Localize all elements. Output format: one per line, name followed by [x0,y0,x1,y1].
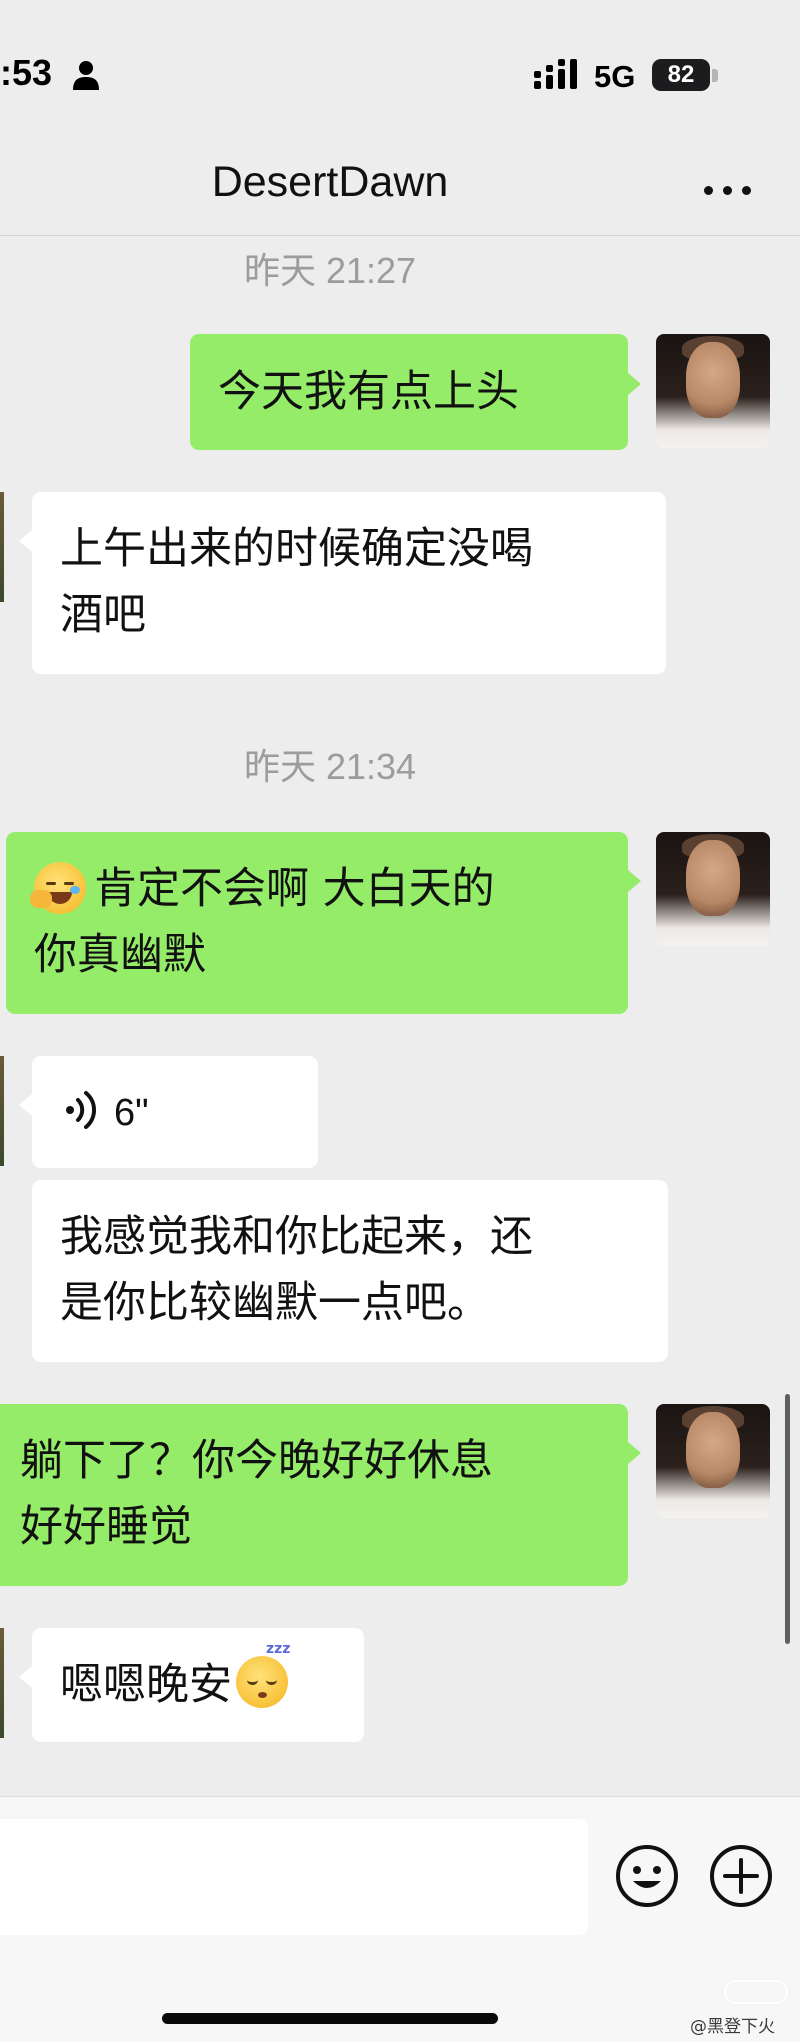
emoji-icon[interactable] [614,1843,680,1909]
message-bubble-sent[interactable]: 今天我有点上头 [190,334,628,450]
sleeping-face-icon: zzz [236,1642,290,1708]
person-icon [73,61,99,90]
avatar[interactable] [0,1628,4,1738]
message-bubble-sent[interactable]: 躺下了？你今晚好好休息 好好睡觉 [0,1404,628,1586]
timestamp: 昨天 21:34 [243,746,417,787]
network-label: 5G [594,59,636,94]
home-indicator[interactable] [162,2013,498,2024]
scrollbar[interactable] [785,1394,790,1644]
message-bubble-received[interactable]: 我感觉我和你比起来，还 是你比较幽默一点吧。 [32,1180,668,1362]
more-icon-dot [704,186,713,195]
avatar[interactable] [656,1404,770,1518]
message-input[interactable] [0,1819,588,1935]
message-text-line: 上午出来的时候确定没喝 [60,524,533,574]
message-text-line: 你真幽默 [34,930,206,980]
message-bubble-received[interactable]: 上午出来的时候确定没喝 酒吧 [32,492,666,674]
message-text-line: 我感觉我和你比起来，还 [60,1212,533,1262]
message-text-line: 是你比较幽默一点吧。 [60,1278,490,1328]
voice-duration: 6" [114,1092,149,1134]
voice-message-bubble[interactable]: 6" [32,1056,318,1168]
avatar[interactable] [0,492,4,602]
more-icon-dot [742,186,751,195]
status-time: :53 [0,52,53,93]
bubble-tail [628,373,641,395]
message-text-line: 肯定不会啊 大白天的 [30,856,600,922]
message-bubble-received[interactable]: 嗯嗯晚安 zzz [32,1628,364,1742]
signal-icon [534,59,577,89]
bubble-tail [628,1442,641,1464]
bubble-tail [628,870,641,892]
battery-cap [712,69,718,82]
plus-icon[interactable] [708,1843,774,1909]
chat-header: DesertDawn [0,150,800,236]
input-bar [0,1796,800,2042]
message-text: 肯定不会啊 大白天的 [94,864,495,914]
avatar[interactable] [656,334,770,448]
more-icon-dot [723,186,732,195]
watermark-logo [724,1980,788,2004]
voice-icon [66,1090,97,1129]
bubble-tail [19,1666,32,1688]
bubble-tail [19,530,32,552]
battery-icon: 82 [652,59,710,91]
chat-title: DesertDawn [211,158,449,206]
message-text: 嗯嗯晚安 [60,1660,232,1710]
message-text: 今天我有点上头 [218,367,519,417]
message-text-line: 好好睡觉 [20,1502,192,1552]
message-bubble-sent[interactable]: 肯定不会啊 大白天的 你真幽默 [6,832,628,1014]
message-text-line: 酒吧 [60,590,146,640]
battery-level: 82 [667,61,695,88]
status-bar: :53 5G 82 [0,0,800,150]
timestamp: 昨天 21:27 [243,250,417,291]
avatar[interactable] [656,832,770,946]
bubble-tail [19,1094,32,1116]
message-text-line: 躺下了？你今晚好好休息 [20,1436,493,1486]
watermark-text: @黑登下火 [690,2017,775,2037]
avatar[interactable] [0,1056,4,1166]
more-button[interactable] [690,168,764,212]
face-with-hand-over-mouth-icon [30,861,86,914]
